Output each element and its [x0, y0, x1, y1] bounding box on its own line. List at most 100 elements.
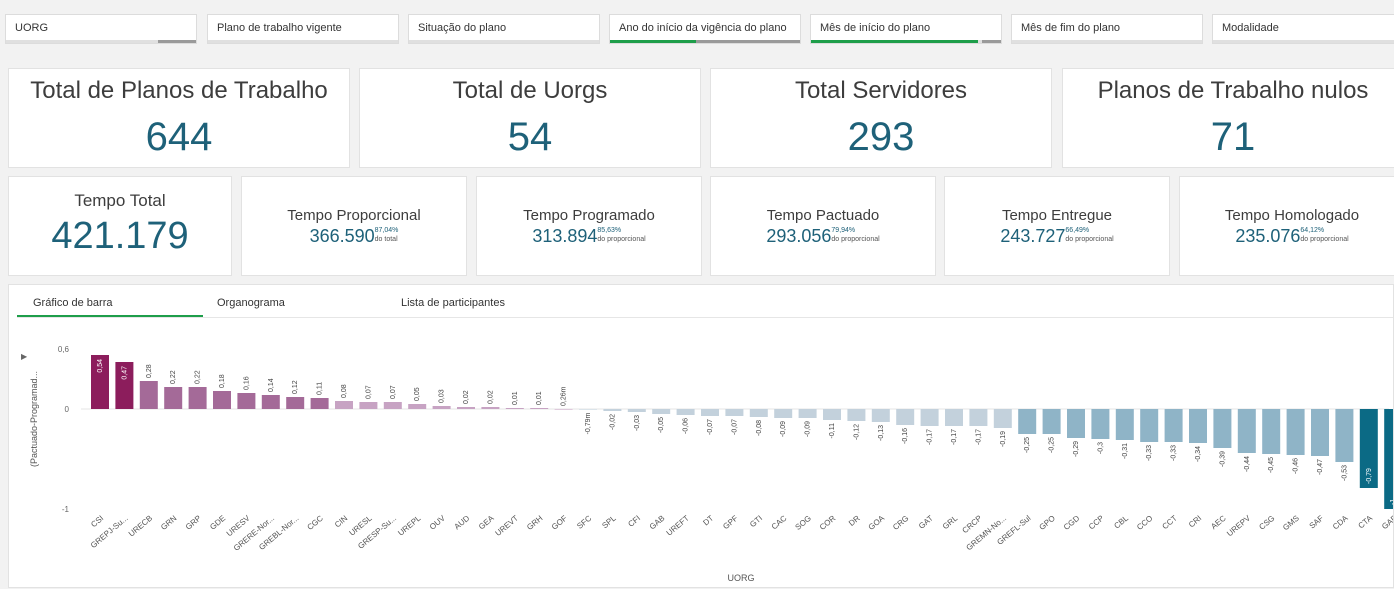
data-label: -0,25 — [1024, 437, 1031, 453]
x-tick-label: UREPL — [396, 513, 423, 537]
data-label: -0,79 — [1366, 468, 1373, 484]
x-tick-label: COR — [818, 513, 838, 531]
x-tick-label: GOF — [550, 514, 569, 532]
x-tick-label: CCO — [1135, 514, 1154, 532]
data-label: 0,05 — [414, 387, 421, 401]
kpi-card: Total de Planos de Trabalho 644 — [8, 68, 350, 168]
kpi-title: Tempo Proporcional — [287, 207, 421, 224]
data-label: 0,02 — [487, 390, 494, 404]
data-label: -0,06 — [683, 418, 690, 434]
kpi-title: Total Servidores — [794, 77, 968, 104]
bar — [1091, 409, 1110, 439]
data-label: -0,16 — [902, 428, 909, 444]
kpi-title: Tempo Pactuado — [766, 207, 880, 224]
data-label: -0,17 — [927, 429, 934, 445]
tab-lista-de-participantes[interactable]: Lista de participantes — [401, 297, 505, 309]
bar — [993, 409, 1012, 428]
x-tick-label: SAF — [1308, 514, 1326, 531]
bar — [847, 409, 866, 421]
bar — [1213, 409, 1232, 448]
bar — [725, 409, 744, 416]
data-label: 0,28 — [146, 364, 153, 378]
kpi-value: 54 — [507, 115, 553, 159]
x-tick-label: SPL — [600, 513, 618, 530]
bar — [652, 409, 671, 414]
bar — [359, 402, 378, 409]
filter-4[interactable]: Ano do início da vigência do plano — [609, 14, 801, 44]
x-axis-label: UORG — [728, 573, 755, 583]
filter-1[interactable]: UORG — [5, 14, 197, 44]
data-label: 0,07 — [365, 385, 372, 399]
data-label: -0,46 — [1293, 458, 1300, 474]
filter-7[interactable]: Modalidade — [1212, 14, 1394, 44]
bar — [945, 409, 963, 426]
x-tick-label: AUD — [453, 513, 472, 531]
x-tick-label: SFC — [575, 513, 593, 530]
tab-grafico-de-barra[interactable]: Gráfico de barra — [33, 297, 112, 309]
filter-3[interactable]: Situação do plano — [408, 14, 600, 44]
bar — [920, 409, 939, 426]
bar — [1067, 409, 1085, 438]
bar — [481, 407, 500, 409]
bar-chart: 0,6 0 -1 (Pactuado-Programad... ▶ UORG 0,54 CSI… — [21, 345, 1393, 583]
data-label: 0,08 — [341, 384, 348, 398]
kpi-percent: 64,12% — [1300, 227, 1325, 234]
kpi-value: 293 — [847, 115, 915, 159]
bar — [1018, 409, 1037, 434]
x-tick-label: URECB — [127, 514, 154, 539]
x-tick-label: GAB — [648, 514, 667, 532]
bar — [1140, 409, 1159, 442]
kpi-note: do total — [374, 236, 398, 243]
bar — [505, 408, 524, 409]
kpi-note: do proporcional — [597, 236, 646, 243]
filter-label: Mês de início do plano — [820, 22, 931, 34]
data-label: -0,45 — [1268, 457, 1275, 473]
time-kpi-card: Tempo Entregue 243.727 66,49% do proporcio… — [944, 176, 1170, 276]
filter-5[interactable]: Mês de início do plano — [810, 14, 1002, 44]
x-tick-label: CGC — [305, 513, 325, 531]
filter-2[interactable]: Plano de trabalho vigente — [207, 14, 399, 44]
filter-label: Situação do plano — [418, 22, 507, 34]
x-tick-label: SOG — [793, 514, 812, 532]
bar — [579, 409, 597, 410]
bar — [335, 401, 353, 409]
x-tick-label: CAC — [770, 513, 789, 531]
tempo-total-card: Tempo Total 421.179 — [8, 176, 232, 276]
data-label: 0,14 — [268, 378, 275, 392]
kpi-title: Planos de Trabalho nulos — [1097, 77, 1369, 104]
filter-6[interactable]: Mês de fim do plano — [1011, 14, 1203, 44]
bar — [1189, 409, 1207, 443]
data-label: 0,02 — [463, 390, 470, 404]
bar — [798, 409, 817, 418]
bar — [432, 406, 451, 409]
bar — [1384, 409, 1393, 509]
x-tick-label: CSG — [1257, 514, 1276, 532]
bar — [261, 395, 280, 409]
kpi-percent: 85,63% — [597, 227, 622, 234]
kpi-value: 235.076 — [1235, 226, 1301, 246]
bar — [774, 409, 793, 418]
filter-label: Mês de fim do plano — [1021, 22, 1121, 34]
filter-label: Modalidade — [1222, 22, 1279, 34]
x-tick-label: GPO — [1037, 514, 1056, 532]
data-label: -0,08 — [756, 420, 763, 436]
x-tick-label: GOA — [867, 513, 887, 532]
filter-selection-bar — [208, 40, 398, 43]
bar — [310, 398, 329, 409]
x-tick-label: CRI — [1187, 514, 1203, 530]
kpi-value: 293.056 — [766, 226, 832, 246]
data-label: 0,26m — [561, 386, 568, 406]
data-label: -0,02 — [609, 414, 616, 430]
kpi-value: 421.179 — [51, 215, 189, 257]
kpi-percent: 79,94% — [831, 227, 856, 234]
filter-selection-bar — [610, 40, 800, 43]
filter-label: Ano do início da vigência do plano — [619, 22, 787, 34]
bar — [896, 409, 915, 425]
tab-organograma[interactable]: Organograma — [217, 297, 285, 309]
filter-selection-bar — [1213, 40, 1394, 43]
bar — [1164, 409, 1183, 442]
bar — [530, 408, 549, 409]
bar — [383, 402, 402, 409]
kpi-card: Planos de Trabalho nulos 71 — [1062, 68, 1394, 168]
bar — [1115, 409, 1134, 440]
